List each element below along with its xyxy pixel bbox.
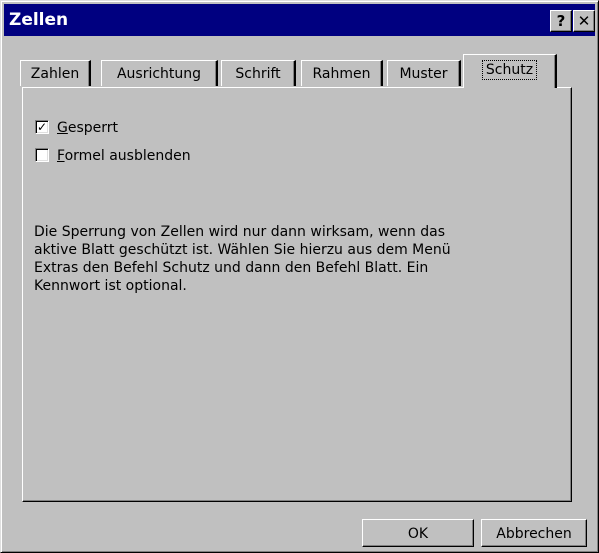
tab-rahmen[interactable]: Rahmen	[301, 60, 383, 86]
info-line: Die Sperrung von Zellen wird nur dann wi…	[34, 224, 445, 240]
locked-label-text: esperrt	[67, 120, 119, 136]
tab-schutz[interactable]: Schutz	[463, 54, 557, 88]
hide-formula-accelerator: F	[57, 148, 65, 164]
locked-label[interactable]: Gesperrt	[57, 119, 118, 137]
hide-formula-label[interactable]: Formel ausblenden	[57, 147, 191, 165]
tab-ausrichtung[interactable]: Ausrichtung	[101, 60, 218, 86]
schutz-panel: ✓ Gesperrt Formel ausblenden Die Sperrun…	[22, 87, 572, 502]
locked-accelerator: G	[57, 120, 68, 136]
hide-formula-checkbox[interactable]	[35, 148, 49, 162]
info-line: Kennwort ist optional.	[34, 278, 187, 294]
ok-button[interactable]: OK	[362, 519, 474, 547]
tab-schrift[interactable]: Schrift	[221, 60, 296, 86]
tab-zahlen[interactable]: Zahlen	[20, 60, 91, 86]
locked-checkbox[interactable]: ✓	[35, 120, 49, 134]
tab-muster[interactable]: Muster	[387, 60, 461, 86]
close-button[interactable]: ✕	[573, 10, 595, 32]
tab-schutz-label: Schutz	[481, 60, 538, 80]
title-bar[interactable]: Zellen ? ✕	[4, 4, 595, 36]
hide-formula-label-text: ormel ausblenden	[64, 148, 191, 164]
protection-info-text: Die Sperrung von Zellen wird nur dann wi…	[34, 223, 474, 295]
info-line: aktive Blatt geschützt ist. Wählen Sie h…	[34, 242, 451, 258]
info-line: Extras den Befehl Schutz und dann den Be…	[34, 260, 429, 276]
dialog-title: Zellen	[9, 10, 69, 30]
cancel-button[interactable]: Abbrechen	[481, 519, 587, 547]
help-button[interactable]: ?	[550, 10, 572, 32]
